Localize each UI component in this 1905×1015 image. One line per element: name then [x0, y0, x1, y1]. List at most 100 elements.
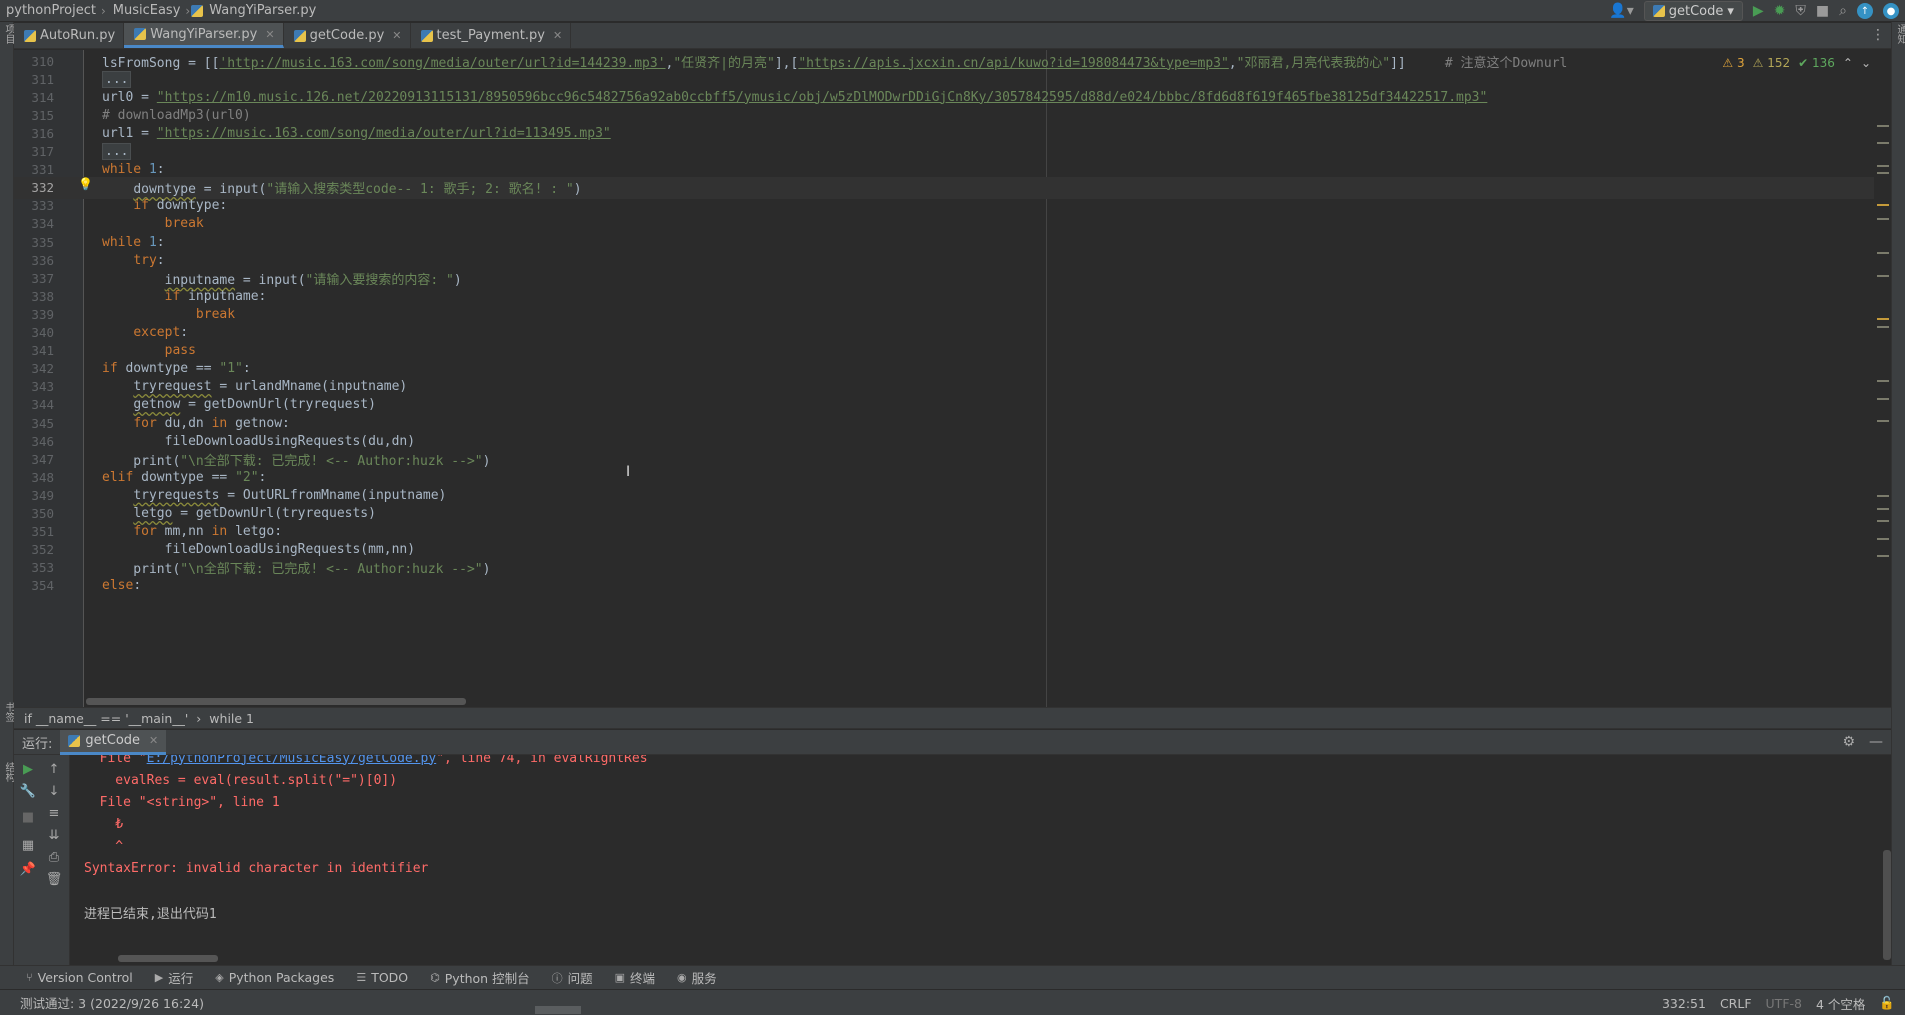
stop-icon[interactable]: ■ [18, 807, 38, 827]
close-icon[interactable]: ✕ [553, 29, 562, 42]
breadcrumb-main-block[interactable]: if __name__ == '__main__' [24, 711, 188, 726]
line-number[interactable]: 343 [14, 379, 58, 394]
line-number[interactable]: 345 [14, 416, 58, 431]
line-number[interactable]: 314 [14, 90, 58, 105]
update-icon[interactable]: ↑ [1857, 3, 1873, 19]
tool-window-problems[interactable]: ⓘ 问题 [552, 968, 593, 987]
line-number[interactable]: 351 [14, 524, 58, 539]
debug-icon[interactable]: ✹ [1774, 3, 1786, 19]
tab-test-payment[interactable]: test_Payment.py ✕ [411, 23, 572, 48]
line-number[interactable]: 334 [14, 216, 58, 231]
code-text[interactable]: tryrequests = OutURLfromMname(inputname) [84, 488, 446, 503]
close-icon[interactable]: ✕ [392, 29, 401, 42]
stripe-mark[interactable] [1877, 252, 1889, 254]
stripe-mark[interactable] [1877, 398, 1889, 400]
console-vertical-scrollbar[interactable] [1883, 850, 1891, 960]
folded-region[interactable]: ... [102, 143, 132, 160]
line-number[interactable]: 316 [14, 126, 58, 141]
breadcrumb-folder[interactable]: MusicEasy [107, 3, 185, 18]
intention-bulb-icon[interactable]: 💡 [78, 177, 93, 191]
tool-window-services[interactable]: ◉ 服务 [677, 968, 717, 987]
stripe-mark[interactable] [1877, 538, 1889, 540]
line-number[interactable]: 340 [14, 325, 58, 340]
close-icon[interactable]: ✕ [149, 734, 158, 747]
more-tabs-icon[interactable]: ⋮ [1871, 27, 1885, 43]
breadcrumb-project[interactable]: pythonProject [0, 3, 100, 18]
code-line[interactable]: 354 else: [14, 575, 1874, 597]
scroll-to-end-icon[interactable]: ⇊ [44, 825, 64, 845]
stripe-mark[interactable] [1877, 142, 1889, 144]
code-text[interactable]: fileDownloadUsingRequests(mm,nn) [84, 542, 415, 557]
line-number[interactable]: 342 [14, 361, 58, 376]
code-text[interactable]: for mm,nn in letgo: [84, 524, 282, 539]
up-arrow-icon[interactable]: ↑ [44, 759, 64, 779]
run-icon[interactable]: ▶ [1753, 3, 1764, 19]
tool-window-terminal[interactable]: ▣ 终端 [615, 968, 655, 987]
indent-setting[interactable]: 4 个空格 [1816, 994, 1865, 1013]
stripe-mark[interactable] [1877, 326, 1889, 328]
editor-horizontal-scrollbar[interactable] [86, 698, 466, 705]
tool-window-todo[interactable]: ☰ TODO [356, 970, 408, 985]
line-number[interactable]: 332 [14, 180, 58, 195]
code-text[interactable]: except: [84, 325, 188, 340]
line-number[interactable]: 335 [14, 235, 58, 250]
tool-window-run[interactable]: ▶ 运行 [155, 968, 193, 987]
lock-icon[interactable]: 🔓 [1879, 995, 1895, 1011]
line-number[interactable]: 354 [14, 578, 58, 593]
breadcrumb-while-block[interactable]: while 1 [209, 711, 254, 726]
code-text[interactable]: fileDownloadUsingRequests(du,dn) [84, 434, 415, 449]
stripe-mark[interactable] [1877, 318, 1889, 320]
error-stripe[interactable] [1877, 80, 1889, 700]
stripe-mark[interactable] [1877, 172, 1889, 174]
gear-icon[interactable]: ⚙ [1842, 734, 1855, 750]
line-number[interactable]: 311 [14, 72, 58, 87]
code-text[interactable]: tryrequest = urlandMname(inputname) [84, 379, 407, 394]
line-number[interactable]: 336 [14, 253, 58, 268]
rerun-icon[interactable]: ▶ [18, 759, 38, 779]
line-number[interactable]: 347 [14, 452, 58, 467]
line-number[interactable]: 333 [14, 198, 58, 213]
line-number[interactable]: 310 [14, 54, 58, 69]
code-text[interactable]: if downtype: [84, 198, 227, 213]
tool-window-python-console[interactable]: ⌬ Python 控制台 [430, 968, 529, 987]
code-text[interactable]: while 1: [84, 235, 165, 250]
typo-count[interactable]: ✔ 136 [1798, 56, 1835, 70]
status-message[interactable]: 测试通过: 3 (2022/9/26 16:24) [0, 993, 204, 1012]
close-icon[interactable]: ✕ [265, 28, 274, 41]
line-number[interactable]: 348 [14, 470, 58, 485]
coverage-icon[interactable]: ⛨ [1795, 3, 1806, 19]
file-encoding[interactable]: UTF-8 [1766, 996, 1802, 1011]
warning-count[interactable]: ⚠ 3 [1722, 56, 1744, 70]
stripe-mark[interactable] [1877, 275, 1889, 277]
code-text[interactable]: ... [84, 70, 132, 88]
inspection-widget[interactable]: ⚠ 3 ⚠ 152 ✔ 136 ⌃ ⌄ [1722, 56, 1871, 70]
stripe-mark[interactable] [1877, 218, 1889, 220]
caret-position[interactable]: 332:51 [1662, 996, 1706, 1011]
tool-window-packages[interactable]: ◈ Python Packages [215, 970, 334, 985]
stripe-mark[interactable] [1877, 520, 1889, 522]
ide-logo-icon[interactable]: ● [1883, 3, 1899, 19]
line-number[interactable]: 339 [14, 307, 58, 322]
wrench-icon[interactable]: 🔧 [18, 781, 38, 801]
code-text[interactable]: try: [84, 253, 164, 268]
line-number[interactable]: 341 [14, 343, 58, 358]
pin-icon[interactable]: 📌 [18, 859, 38, 879]
print-icon[interactable]: ⎙ [44, 847, 64, 867]
code-text[interactable]: else: [84, 578, 141, 593]
line-number[interactable]: 331 [14, 162, 58, 177]
trash-icon[interactable]: 🗑 [44, 869, 64, 889]
stripe-mark[interactable] [1877, 508, 1889, 510]
notifications-tool-button[interactable]: 通知 [1893, 24, 1905, 44]
code-text[interactable]: # downloadMp3(url0) [84, 108, 251, 123]
run-configuration-select[interactable]: getCode ▾ [1643, 1, 1743, 21]
line-number[interactable]: 353 [14, 560, 58, 575]
code-text[interactable]: pass [84, 343, 196, 358]
line-number[interactable]: 352 [14, 542, 58, 557]
tab-wangyiparser[interactable]: WangYiParser.py ✕ [124, 23, 284, 48]
stripe-mark[interactable] [1877, 420, 1889, 422]
line-number[interactable]: 317 [14, 144, 58, 159]
code-text[interactable]: elif downtype == "2": [84, 470, 266, 485]
stripe-mark[interactable] [1877, 125, 1889, 127]
line-number[interactable]: 350 [14, 506, 58, 521]
run-tab-getcode[interactable]: getCode ✕ [60, 729, 167, 755]
